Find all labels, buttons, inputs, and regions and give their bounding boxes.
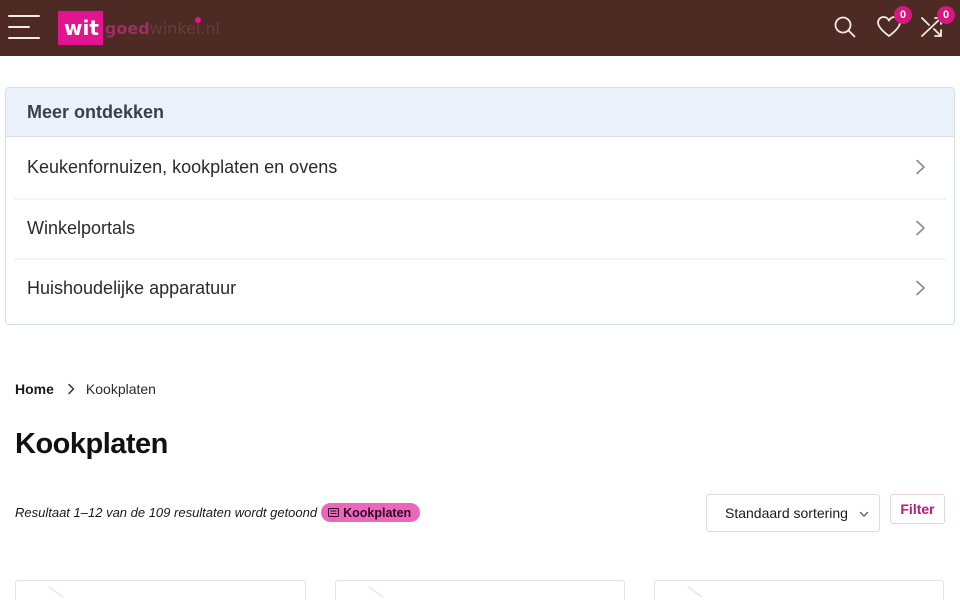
discover-panel: Meer ontdekken Keukenfornuizen, kookplat…	[5, 87, 955, 325]
discover-item-label: Huishoudelijke apparatuur	[27, 277, 237, 298]
discover-item-label: Keukenfornuizen, kookplaten en ovens	[27, 156, 338, 177]
menu-toggle[interactable]	[8, 15, 40, 39]
search-icon	[834, 16, 856, 38]
compare-count-badge: 0	[937, 6, 955, 24]
result-count: Resultaat 1–12 van de 109 resultaten wor…	[15, 503, 421, 522]
chevron-right-icon	[912, 220, 928, 236]
breadcrumb: Home Kookplaten	[15, 381, 156, 397]
logo-dot	[194, 16, 201, 23]
category-list-icon	[328, 508, 340, 517]
breadcrumb-current: Kookplaten	[85, 381, 156, 397]
chevron-down-icon	[859, 509, 869, 519]
wishlist-count-badge: 0	[894, 6, 912, 24]
discover-item-huishoudelijke-apparatuur[interactable]: Huishoudelijke apparatuur	[14, 258, 946, 316]
result-count-text: Resultaat 1–12 van de 109 resultaten wor…	[15, 505, 318, 520]
site-logo[interactable]: wit goedwinkel.nl	[58, 11, 220, 45]
category-badge-label: Kookplaten	[343, 505, 412, 520]
product-card[interactable]	[335, 580, 625, 600]
logo-text: goedwinkel.nl	[104, 16, 220, 38]
discover-item-winkelportals[interactable]: Winkelportals	[14, 198, 946, 256]
chevron-right-icon	[66, 383, 76, 395]
logo-box: wit	[58, 11, 103, 45]
compare-button[interactable]: 0	[919, 6, 955, 40]
discover-item-keukenfornuizen[interactable]: Keukenfornuizen, kookplaten en ovens	[14, 138, 946, 196]
search-button[interactable]	[832, 14, 858, 40]
product-card[interactable]	[15, 580, 306, 600]
chevron-right-icon	[912, 280, 928, 296]
breadcrumb-home-link[interactable]: Home	[15, 381, 54, 397]
chevron-right-icon	[912, 159, 928, 175]
product-card[interactable]	[654, 580, 944, 600]
category-badge[interactable]: Kookplaten	[321, 503, 421, 522]
wishlist-button[interactable]: 0	[876, 6, 912, 40]
sort-select-value: Standaard sortering	[725, 505, 848, 521]
discover-item-label: Winkelportals	[27, 217, 136, 238]
page-title: Kookplaten	[15, 428, 168, 460]
discover-title: Meer ontdekken	[6, 88, 954, 137]
site-header: wit goedwinkel.nl 0 0	[0, 0, 960, 56]
filter-button[interactable]: Filter	[890, 494, 945, 524]
sort-select[interactable]: Standaard sortering	[706, 494, 880, 532]
hamburger-icon	[8, 15, 40, 17]
